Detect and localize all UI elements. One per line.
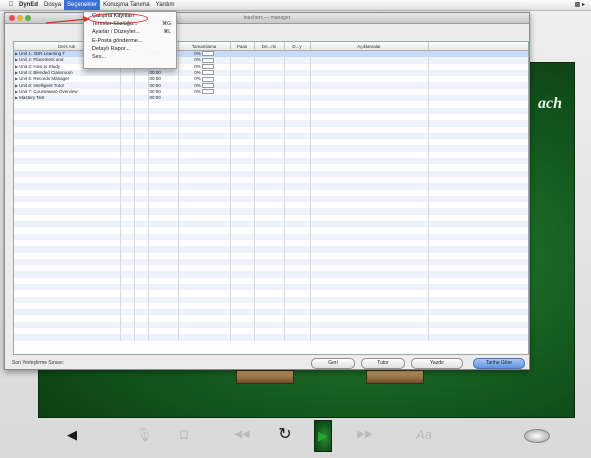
- text-size-icon[interactable]: Aa: [412, 420, 436, 450]
- table-cell: [428, 50, 528, 58]
- menu-item-detailed-report[interactable]: Detaylı Rapor...: [84, 45, 176, 53]
- print-button[interactable]: Yazdır: [411, 358, 463, 369]
- disclosure-triangle-icon[interactable]: ▶: [15, 83, 18, 88]
- repeat-icon[interactable]: ↻: [276, 420, 294, 450]
- stage-thumbnail: [366, 370, 424, 384]
- completion-percent: 0%: [194, 51, 201, 57]
- completion-bar: [201, 76, 214, 82]
- column-header[interactable]: Açıklamalar: [310, 42, 429, 51]
- menu-item-settings[interactable]: Ayarlar / Düzeyler... ⌘L: [84, 28, 176, 36]
- menu-item-shortcut: ⌘G: [162, 21, 171, 28]
- menu-item-shortcut: ⌘L: [163, 29, 171, 36]
- completion-percent: 0%: [194, 63, 201, 69]
- menu-file[interactable]: Dosya: [41, 0, 64, 10]
- annotation-arrow-icon: [45, 16, 90, 24]
- menu-bar:  DynEd Dosya Seçenekler Konuşma Tanıma …: [0, 0, 591, 11]
- disclosure-triangle-icon[interactable]: ▶: [15, 51, 18, 56]
- completion-bar: [201, 64, 214, 70]
- lesson-table[interactable]: Ders Adı Tamamlama Puan De...mi D...y Aç…: [13, 41, 529, 355]
- back-icon[interactable]: ◀: [64, 420, 80, 450]
- column-header[interactable]: Puan: [230, 42, 255, 51]
- table-cell: [284, 50, 311, 58]
- disclosure-triangle-icon[interactable]: ▶: [15, 89, 18, 94]
- lesson-name: Unit 1: 3DR Learning T: [19, 51, 66, 57]
- lesson-name: Unit 5: Records Manager: [19, 76, 70, 82]
- table-cell: [254, 50, 285, 58]
- lesson-name: Unit 4: Blended Classroom: [19, 70, 73, 76]
- menu-app[interactable]: DynEd: [16, 0, 41, 10]
- menubar-status-icon[interactable]: ▩ ▸: [575, 0, 585, 10]
- completion-bar: [201, 82, 214, 88]
- menu-options[interactable]: Seçenekler: [64, 0, 101, 10]
- disclosure-triangle-icon[interactable]: ▶: [15, 95, 18, 100]
- menu-item-label: Detaylı Rapor...: [92, 45, 130, 52]
- lesson-name: Unit 7: Courseware Overview: [19, 88, 78, 94]
- apple-icon[interactable]: : [6, 0, 16, 10]
- table-cell: [14, 334, 121, 341]
- menu-item-label: E-Posta gönderme...: [92, 37, 143, 44]
- table-row[interactable]: [14, 334, 528, 341]
- table-cell: [254, 334, 285, 341]
- menu-item-send-email[interactable]: E-Posta gönderme...: [84, 37, 176, 45]
- column-header[interactable]: De...mi: [254, 42, 285, 51]
- menu-item-label: Ayarlar / Düzeyler...: [92, 29, 140, 36]
- disclosure-triangle-icon[interactable]: ▶: [15, 57, 18, 62]
- disclosure-triangle-icon[interactable]: ▶: [15, 64, 18, 69]
- completion-percent: 0%: [194, 82, 201, 88]
- sort-by-date-button[interactable]: Tarihe Göre: [473, 358, 525, 369]
- table-cell: [310, 50, 429, 58]
- completion-bar: [201, 57, 214, 63]
- table-cell: [178, 334, 231, 341]
- menu-speech-recognition[interactable]: Konuşma Tanıma: [100, 0, 153, 10]
- status-text: Son Yerleştirme Sınavı:: [12, 360, 64, 366]
- annotation-circle: [88, 13, 148, 24]
- column-header: [428, 42, 528, 51]
- menu-item-sound[interactable]: Ses...: [84, 53, 176, 61]
- disclosure-triangle-icon[interactable]: ▶: [15, 70, 18, 75]
- stage-title: ach: [538, 95, 562, 112]
- completion-bar: [201, 70, 214, 76]
- table-cell: [428, 334, 528, 341]
- lesson-name: Unit 6: Intelligent Tutor: [19, 82, 65, 88]
- globe-icon[interactable]: [523, 420, 551, 450]
- player-controls: ◀ 🎙 Ω ◀◀ ↻ ▶ ▶▶ Aa: [0, 420, 591, 452]
- menu-help[interactable]: Yardım: [153, 0, 178, 10]
- table-cell: [148, 334, 179, 341]
- rewind-icon[interactable]: ◀◀: [232, 420, 252, 450]
- column-header[interactable]: Tamamlama: [178, 42, 231, 51]
- completion-bar: [201, 89, 214, 95]
- disclosure-triangle-icon[interactable]: ▶: [15, 76, 18, 81]
- lesson-name: Unit 2: Placement and: [19, 57, 64, 63]
- play-icon[interactable]: ▶: [314, 420, 332, 452]
- table-cell: [310, 334, 429, 341]
- table-cell: [120, 334, 135, 341]
- completion-percent: 0%: [194, 88, 201, 94]
- tutor-button[interactable]: Tutor: [361, 358, 405, 369]
- back-button[interactable]: Geri: [311, 358, 355, 369]
- completion-percent: 0%: [194, 70, 201, 76]
- menu-item-label: Ses...: [92, 53, 107, 60]
- table-cell: [134, 334, 149, 341]
- table-cell: [230, 334, 255, 341]
- table-cell: [230, 50, 255, 58]
- lesson-name: Mastery Test: [19, 95, 45, 101]
- headphones-icon[interactable]: Ω: [176, 420, 192, 450]
- completion-bar: [201, 51, 214, 57]
- stage-thumbnail: [236, 370, 294, 384]
- completion-percent: 0%: [194, 76, 201, 82]
- column-header[interactable]: D...y: [284, 42, 311, 51]
- fast-forward-icon[interactable]: ▶▶: [354, 420, 376, 450]
- lesson-name: Unit 3: How to Study: [19, 63, 61, 69]
- microphone-icon[interactable]: 🎙: [136, 420, 153, 450]
- table-cell: [284, 334, 311, 341]
- completion-cell: 0%: [178, 50, 231, 58]
- completion-percent: 0%: [194, 57, 201, 63]
